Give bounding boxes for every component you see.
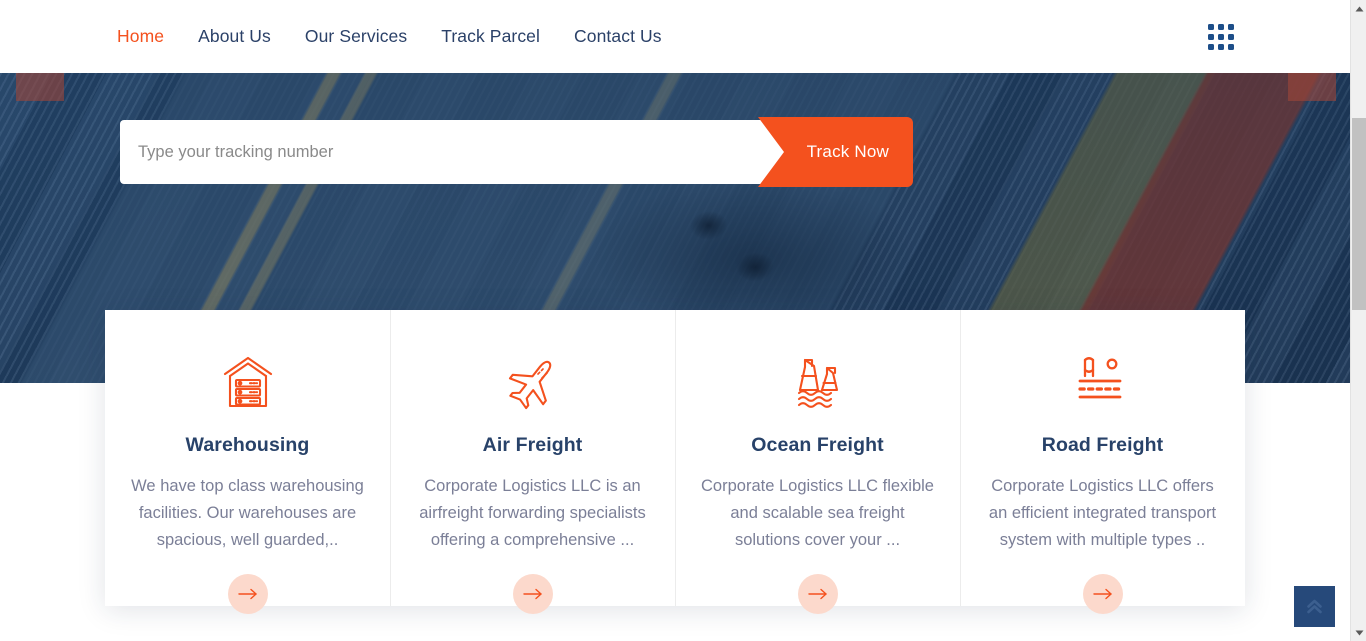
triangle-up-icon [1355,6,1363,11]
grid-dot [1228,24,1234,30]
service-cards: Warehousing We have top class warehousin… [105,310,1245,614]
scroll-to-top-button[interactable] [1294,586,1335,627]
grid-dot [1228,44,1234,50]
service-card-air-freight[interactable]: Air Freight Corporate Logistics LLC is a… [390,310,675,614]
browser-scrollbar[interactable] [1350,0,1366,641]
service-title: Warehousing [185,434,310,456]
container-chip-left [16,73,64,101]
service-title: Road Freight [1041,434,1164,456]
service-card-ocean-freight[interactable]: Ocean Freight Corporate Logistics LLC fl… [675,310,960,614]
scrollbar-up-arrow[interactable] [1351,0,1366,17]
browser-viewport: Home About Us Our Services Track Parcel … [0,0,1350,641]
site-header: Home About Us Our Services Track Parcel … [0,0,1350,73]
grid-dot [1228,34,1234,40]
nav-item-contact-us[interactable]: Contact Us [557,26,679,47]
ship-waves-icon [697,346,938,420]
nav-item-home[interactable]: Home [117,26,181,47]
track-now-button[interactable]: Track Now [758,117,913,187]
nav-item-our-services[interactable]: Our Services [288,26,424,47]
arrow-right-icon[interactable] [227,574,268,614]
nav-item-about-us[interactable]: About Us [181,26,288,47]
grid-dot [1218,44,1224,50]
arrow-right-icon[interactable] [1082,574,1123,614]
service-description: Corporate Logistics LLC is an airfreight… [419,477,646,549]
service-title: Ocean Freight [751,434,884,456]
page-root: Home About Us Our Services Track Parcel … [0,0,1366,641]
service-card-warehousing[interactable]: Warehousing We have top class warehousin… [105,310,390,614]
scrollbar-thumb[interactable] [1352,118,1366,310]
double-chevron-up-icon [1307,599,1322,614]
service-description: Corporate Logistics LLC flexible and sca… [701,477,934,549]
triangle-down-icon [1355,630,1363,635]
grid-dot [1218,34,1224,40]
container-chip-right [1288,73,1336,101]
scrollbar-down-arrow[interactable] [1351,624,1366,641]
grid-dot [1208,44,1214,50]
grid-dot [1208,34,1214,40]
grid-menu-icon[interactable] [1208,24,1234,50]
grid-dot [1218,24,1224,30]
service-description: We have top class warehousing facilities… [131,477,364,549]
service-card-road-freight[interactable]: Road Freight Corporate Logistics LLC off… [960,310,1245,614]
arrow-right-icon[interactable] [512,574,553,614]
warehouse-icon [127,346,368,420]
tracking-number-input[interactable] [138,120,738,184]
nav-item-track-parcel[interactable]: Track Parcel [424,26,557,47]
service-description: Corporate Logistics LLC offers an effici… [988,477,1217,549]
grid-dot [1208,24,1214,30]
road-truck-icon [982,346,1223,420]
service-title: Air Freight [482,434,583,456]
main-navigation: Home About Us Our Services Track Parcel … [117,0,679,73]
tracking-form: Track Now [120,117,913,187]
airplane-icon [412,346,653,420]
arrow-right-icon[interactable] [797,574,838,614]
